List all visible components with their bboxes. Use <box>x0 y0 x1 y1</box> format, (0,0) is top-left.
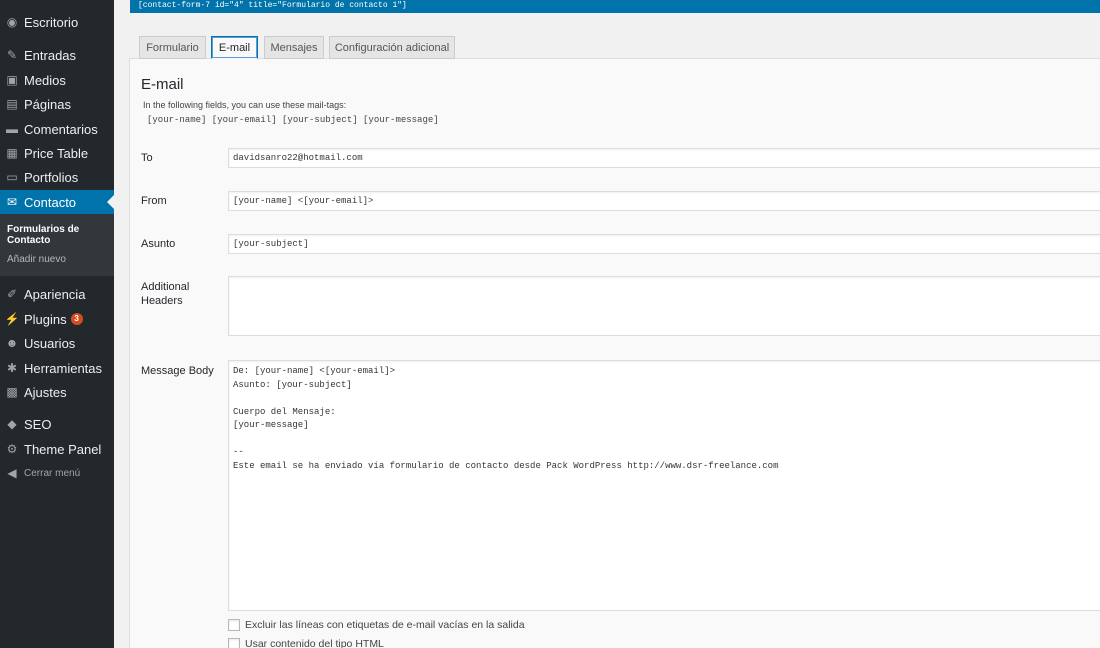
tab-email[interactable]: E-mail <box>211 36 258 59</box>
sidebar-item-usuarios[interactable]: ☻ Usuarios <box>0 331 114 355</box>
collapse-menu-button[interactable]: ◀ Cerrar menú <box>0 461 114 485</box>
subject-label: Asunto <box>141 238 176 250</box>
settings-icon: ▩ <box>6 385 18 399</box>
portfolio-icon: ▭ <box>6 170 18 184</box>
sidebar-item-comentarios[interactable]: ▬ Comentarios <box>0 117 114 141</box>
sidebar-item-escritorio[interactable]: ◉ Escritorio <box>0 10 114 34</box>
sidebar-item-portfolios[interactable]: ▭ Portfolios <box>0 165 114 189</box>
appearance-icon: ✐ <box>6 287 18 301</box>
table-icon: ▦ <box>6 146 18 160</box>
message-body-label: Message Body <box>141 365 214 377</box>
sidebar-item-price-table[interactable]: ▦ Price Table <box>0 141 114 165</box>
admin-sidebar: ◉ Escritorio ✎ Entradas ▣ Medios ▤ Págin… <box>0 0 114 648</box>
collapse-menu-label: Cerrar menú <box>24 467 81 479</box>
plugins-icon: ⚡ <box>4 312 20 326</box>
sidebar-item-label: Theme Panel <box>24 441 102 457</box>
sidebar-item-label: Price Table <box>24 145 89 161</box>
sidebar-item-seo[interactable]: ◆ SEO <box>0 412 114 436</box>
mail-icon: ✉ <box>6 195 18 209</box>
sidebar-item-herramientas[interactable]: ✱ Herramientas <box>0 356 114 380</box>
sidebar-item-paginas[interactable]: ▤ Páginas <box>0 92 114 116</box>
sidebar-item-label: Apariencia <box>24 286 86 302</box>
sidebar-item-label: Usuarios <box>24 335 76 351</box>
from-field[interactable]: [your-name] <[your-email]> <box>228 191 1100 211</box>
sidebar-item-label: SEO <box>24 416 52 432</box>
sidebar-item-label: Herramientas <box>24 360 103 376</box>
additional-headers-label: Additional Headers <box>141 281 190 307</box>
sidebar-item-label: Comentarios <box>24 121 98 137</box>
update-count-badge: 3 <box>70 313 83 325</box>
media-icon: ▣ <box>6 73 18 87</box>
sidebar-item-theme-panel[interactable]: ⚙ Theme Panel <box>0 437 114 461</box>
sidebar-item-plugins[interactable]: ⚡ Plugins 3 <box>0 307 114 331</box>
tools-icon: ✱ <box>6 361 18 375</box>
users-icon: ☻ <box>5 336 19 350</box>
use-html-label: Usar contenido del tipo HTML <box>245 638 384 648</box>
gear-icon: ⚙ <box>6 442 18 456</box>
sidebar-item-label: Escritorio <box>24 14 79 30</box>
tab-mensajes[interactable]: Mensajes <box>264 36 324 59</box>
sidebar-item-apariencia[interactable]: ✐ Apariencia <box>0 282 114 306</box>
sidebar-item-label: Portfolios <box>24 169 79 185</box>
use-html-checkbox[interactable] <box>228 638 240 648</box>
use-html-row[interactable]: Usar contenido del tipo HTML <box>228 638 384 648</box>
sidebar-item-label: Plugins <box>24 311 67 327</box>
message-body-field[interactable]: De: [your-name] <[your-email]> Asunto: [… <box>228 360 1100 611</box>
sidebar-item-label: Entradas <box>24 47 77 63</box>
pages-icon: ▤ <box>6 97 18 111</box>
sidebar-item-label: Contacto <box>24 194 77 210</box>
sidebar-item-contacto[interactable]: ✉ Contacto <box>0 190 114 214</box>
shortcode-bar[interactable]: [contact-form-7 id="4" title="Formulario… <box>130 0 1100 13</box>
pin-icon: ✎ <box>6 48 18 62</box>
contacto-submenu: Formularios de Contacto Añadir nuevo <box>0 214 114 276</box>
sidebar-item-label: Medios <box>24 72 66 88</box>
subject-field[interactable]: [your-subject] <box>228 234 1100 254</box>
sidebar-item-label: Ajustes <box>24 384 67 400</box>
sidebar-item-ajustes[interactable]: ▩ Ajustes <box>0 380 114 404</box>
sidebar-item-entradas[interactable]: ✎ Entradas <box>0 43 114 67</box>
additional-headers-field[interactable] <box>228 276 1100 336</box>
exclude-blank-checkbox[interactable] <box>228 619 240 631</box>
dashboard-icon: ◉ <box>6 15 18 29</box>
tab-formulario[interactable]: Formulario <box>139 36 206 59</box>
mail-tags-list: [your-name] [your-email] [your-subject] … <box>147 115 439 125</box>
mail-tags-hint: In the following fields, you can use the… <box>143 100 347 110</box>
exclude-blank-label: Excluir las líneas con etiquetas de e-ma… <box>245 619 525 631</box>
submenu-add-new[interactable]: Añadir nuevo <box>7 254 66 265</box>
submenu-formularios[interactable]: Formularios de Contacto <box>7 224 114 246</box>
comments-icon: ▬ <box>6 122 18 136</box>
to-label: To <box>141 152 153 164</box>
sidebar-item-medios[interactable]: ▣ Medios <box>0 68 114 92</box>
seo-icon: ◆ <box>7 417 17 431</box>
exclude-blank-row[interactable]: Excluir las líneas con etiquetas de e-ma… <box>228 619 525 631</box>
to-field[interactable]: davidsanro22@hotmail.com <box>228 148 1100 168</box>
from-label: From <box>141 195 167 207</box>
collapse-icon: ◀ <box>7 466 17 480</box>
tab-configuracion-adicional[interactable]: Configuración adicional <box>329 36 455 59</box>
sidebar-item-label: Páginas <box>24 96 71 112</box>
panel-title: E-mail <box>141 76 184 93</box>
